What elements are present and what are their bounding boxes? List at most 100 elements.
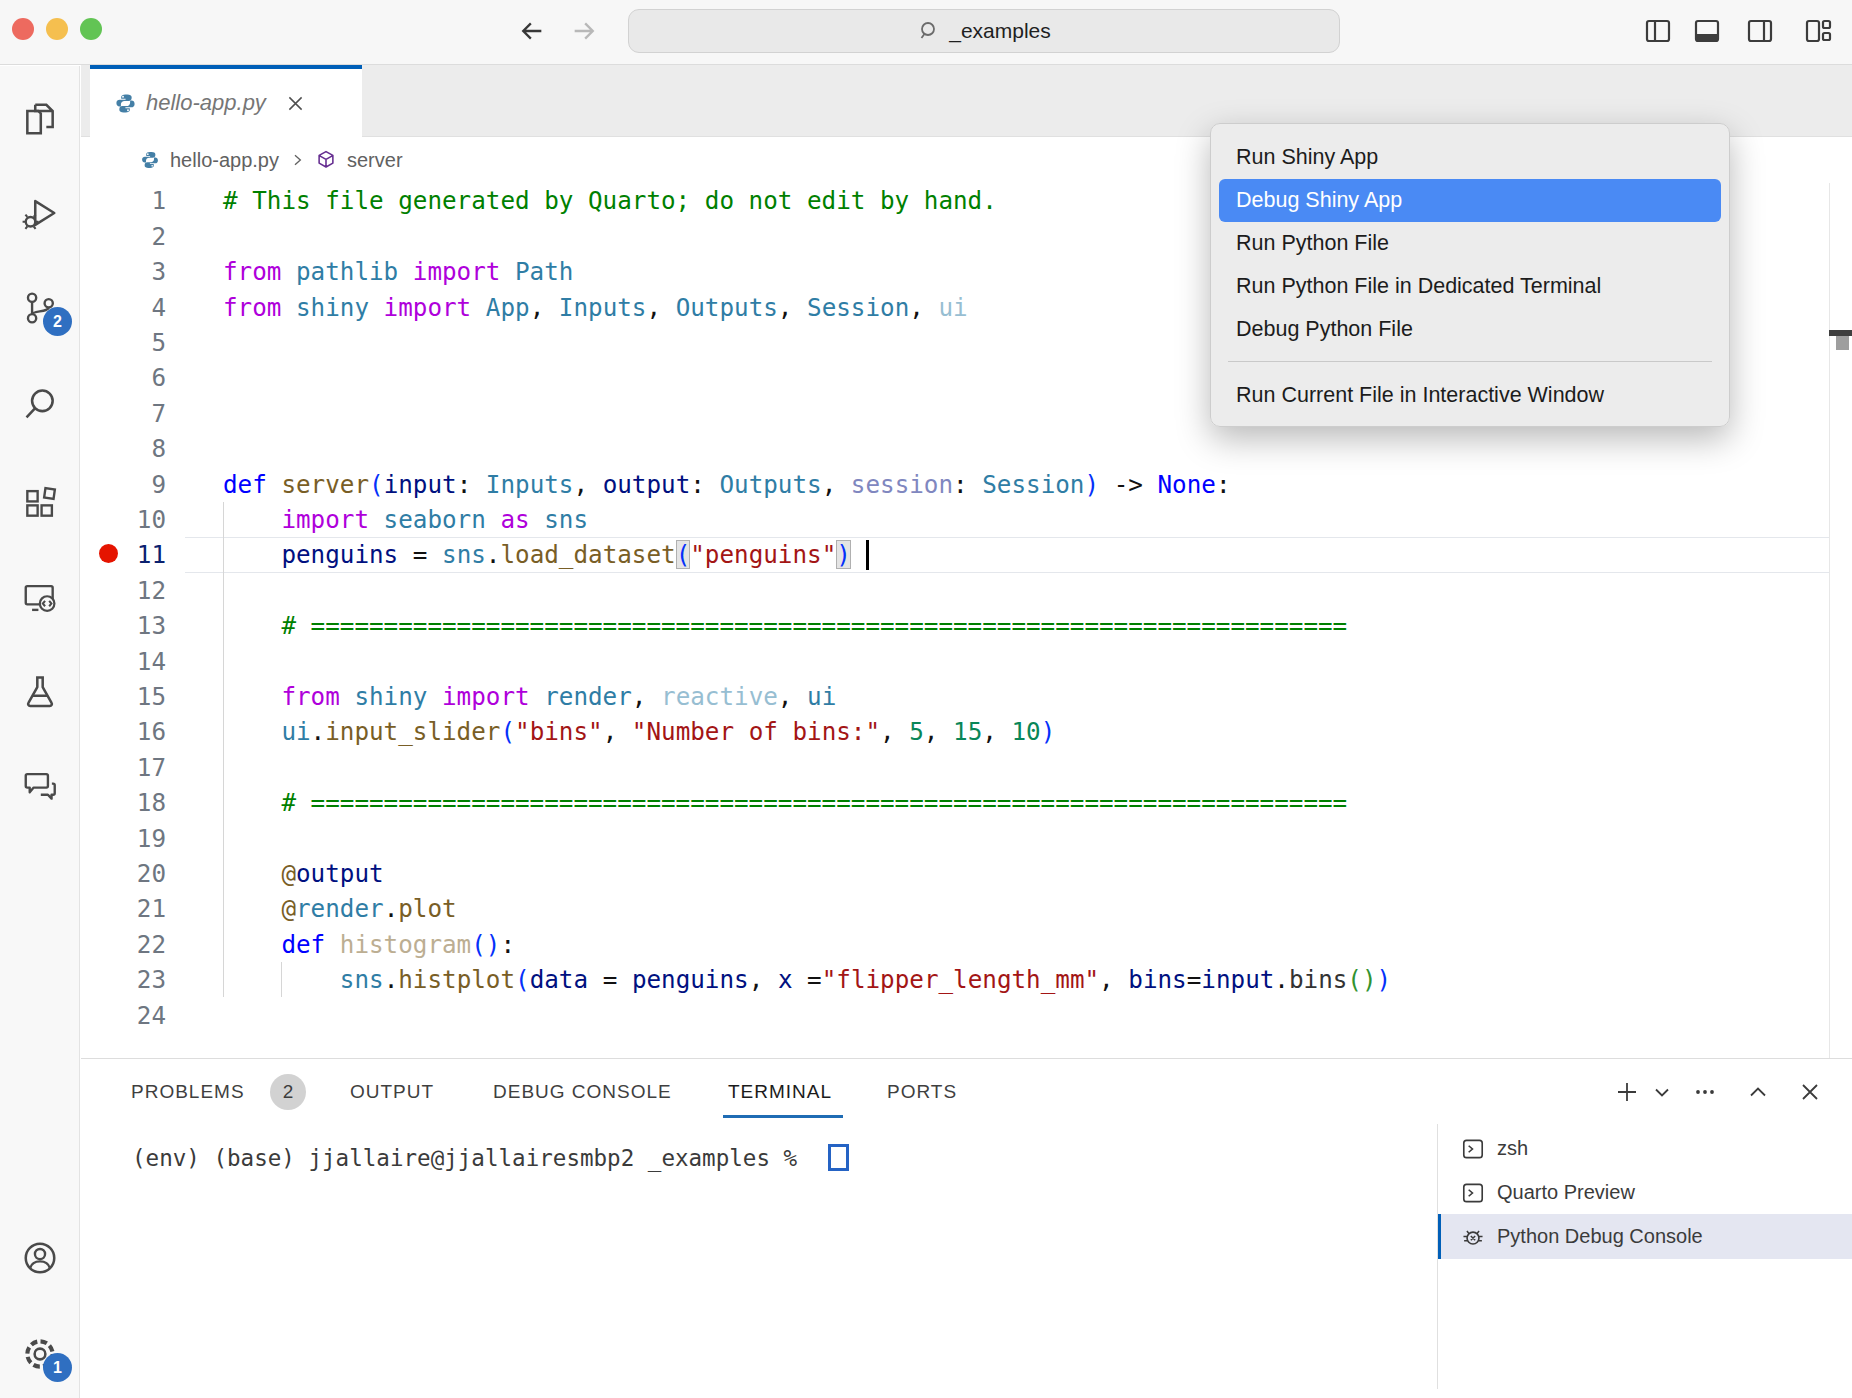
menu-item[interactable]: Run Current File in Interactive Window xyxy=(1219,374,1721,417)
terminal-icon xyxy=(1460,1180,1486,1206)
line-number[interactable]: 17 xyxy=(81,750,166,786)
line-number[interactable]: 12 xyxy=(81,573,166,609)
menu-item[interactable]: Debug Shiny App xyxy=(1219,179,1721,222)
vscode-window: _examples 2 1 hello-app.py xyxy=(0,0,1852,1398)
zoom-window-button[interactable] xyxy=(80,18,102,40)
line-number[interactable]: 1 xyxy=(81,183,166,219)
code-line-1[interactable]: # This file generated by Quarto; do not … xyxy=(223,183,997,219)
line-number[interactable]: 8 xyxy=(81,431,166,467)
code-line-18[interactable]: # ======================================… xyxy=(223,785,1347,821)
line-number[interactable]: 21 xyxy=(81,891,166,927)
tab-close-icon[interactable] xyxy=(285,93,306,114)
panel-tab-debug-console[interactable]: DEBUG CONSOLE xyxy=(493,1081,672,1103)
line-number[interactable]: 20 xyxy=(81,856,166,892)
panel-tab-terminal[interactable]: TERMINAL xyxy=(728,1081,832,1103)
terminal-session-zsh[interactable]: zsh xyxy=(1438,1126,1852,1171)
activity-bar: 2 1 xyxy=(0,66,80,1398)
code-line-20[interactable]: @output xyxy=(223,856,384,892)
menu-item[interactable]: Debug Python File xyxy=(1219,308,1721,351)
panel-more-actions-icon[interactable] xyxy=(1691,1078,1719,1106)
terminal-cursor xyxy=(828,1144,849,1171)
line-number[interactable]: 18 xyxy=(81,785,166,821)
code-line-16[interactable]: ui.input_slider("bins", "Number of bins:… xyxy=(223,714,1055,750)
terminal-session-label: Quarto Preview xyxy=(1497,1181,1635,1204)
maximize-panel-icon[interactable] xyxy=(1744,1078,1772,1106)
line-number[interactable]: 9 xyxy=(81,467,166,503)
indent-guide xyxy=(223,502,224,997)
code-line-10[interactable]: import seaborn as sns xyxy=(223,502,588,538)
menu-item[interactable]: Run Python File in Dedicated Terminal xyxy=(1219,265,1721,308)
code-line-15[interactable]: from shiny import render, reactive, ui xyxy=(223,679,836,715)
line-number[interactable]: 19 xyxy=(81,821,166,857)
line-number[interactable]: 16 xyxy=(81,714,166,750)
line-number[interactable]: 14 xyxy=(81,644,166,680)
breadcrumb-file[interactable]: hello-app.py xyxy=(170,149,279,172)
toggle-panel-icon[interactable] xyxy=(1692,16,1722,46)
search-value: _examples xyxy=(949,19,1051,43)
code-line-13[interactable]: # ======================================… xyxy=(223,608,1347,644)
breakpoint-dot[interactable] xyxy=(99,544,118,563)
code-line-21[interactable]: @render.plot xyxy=(223,891,457,927)
remote-explorer-icon[interactable] xyxy=(21,579,59,617)
line-number[interactable]: 22 xyxy=(81,927,166,963)
terminal-session-label: zsh xyxy=(1497,1137,1528,1160)
line-number[interactable]: 11 xyxy=(81,537,166,573)
debug-icon xyxy=(1460,1224,1486,1250)
search-icon xyxy=(917,19,941,43)
menu-item[interactable]: Run Python File xyxy=(1219,222,1721,265)
menu-separator xyxy=(1228,361,1712,362)
terminal-icon xyxy=(1460,1136,1486,1162)
terminal-dropdown-icon[interactable] xyxy=(1648,1078,1676,1106)
line-number[interactable]: 3 xyxy=(81,254,166,290)
back-arrow-icon[interactable] xyxy=(518,17,546,45)
chevron-right-icon xyxy=(289,152,305,168)
line-number[interactable]: 6 xyxy=(81,360,166,396)
text-cursor xyxy=(866,540,869,570)
line-number[interactable]: 15 xyxy=(81,679,166,715)
terminal-session-python-debug-console[interactable]: Python Debug Console xyxy=(1438,1214,1852,1259)
panel-tab-ports[interactable]: PORTS xyxy=(887,1081,957,1103)
toggle-secondary-sidebar-icon[interactable] xyxy=(1745,16,1775,46)
run-dropdown-menu: Run Shiny AppDebug Shiny AppRun Python F… xyxy=(1210,123,1730,427)
testing-icon[interactable] xyxy=(21,672,59,710)
close-panel-icon[interactable] xyxy=(1796,1078,1824,1106)
minimize-window-button[interactable] xyxy=(46,18,68,40)
customize-layout-icon[interactable] xyxy=(1803,16,1833,46)
indent-guide xyxy=(281,962,282,997)
search-sidebar-icon[interactable] xyxy=(21,385,59,423)
new-terminal-icon[interactable] xyxy=(1613,1078,1641,1106)
terminal-prompt[interactable]: (env) (base) jjallaire@jjallairesmbp2 _e… xyxy=(132,1141,811,1176)
line-number[interactable]: 13 xyxy=(81,608,166,644)
line-number[interactable]: 23 xyxy=(81,962,166,998)
line-number[interactable]: 7 xyxy=(81,396,166,432)
source-control-badge: 2 xyxy=(43,307,72,336)
menu-item[interactable]: Run Shiny App xyxy=(1219,136,1721,179)
panel-tab-output[interactable]: OUTPUT xyxy=(350,1081,434,1103)
line-number[interactable]: 2 xyxy=(81,219,166,255)
breadcrumb-symbol[interactable]: server xyxy=(347,149,403,172)
line-number[interactable]: 4 xyxy=(81,290,166,326)
account-icon[interactable] xyxy=(21,1239,59,1277)
code-line-23[interactable]: sns.histplot(data = penguins, x ="flippe… xyxy=(223,962,1391,998)
command-center-search[interactable]: _examples xyxy=(628,9,1340,53)
run-and-debug-icon[interactable] xyxy=(21,194,59,232)
panel-tab-problems[interactable]: PROBLEMS xyxy=(131,1081,245,1103)
comments-icon[interactable] xyxy=(21,767,59,805)
tab-hello-app[interactable]: hello-app.py xyxy=(90,65,362,137)
line-number[interactable]: 5 xyxy=(81,325,166,361)
problems-badge: 2 xyxy=(270,1074,306,1110)
code-line-9[interactable]: def server(input: Inputs, output: Output… xyxy=(223,467,1231,503)
code-line-4[interactable]: from shiny import App, Inputs, Outputs, … xyxy=(223,290,968,326)
forward-arrow-icon[interactable] xyxy=(570,17,598,45)
close-window-button[interactable] xyxy=(12,18,34,40)
python-file-icon xyxy=(114,92,137,115)
terminal-session-quarto-preview[interactable]: Quarto Preview xyxy=(1438,1170,1852,1215)
code-line-3[interactable]: from pathlib import Path xyxy=(223,254,573,290)
extensions-icon[interactable] xyxy=(21,484,59,522)
explorer-icon[interactable] xyxy=(21,100,59,138)
toggle-sidebar-icon[interactable] xyxy=(1643,16,1673,46)
code-line-11[interactable]: penguins = sns.load_dataset("penguins") xyxy=(223,537,851,573)
line-number[interactable]: 24 xyxy=(81,998,166,1034)
code-line-22[interactable]: def histogram(): xyxy=(223,927,515,963)
line-number[interactable]: 10 xyxy=(81,502,166,538)
